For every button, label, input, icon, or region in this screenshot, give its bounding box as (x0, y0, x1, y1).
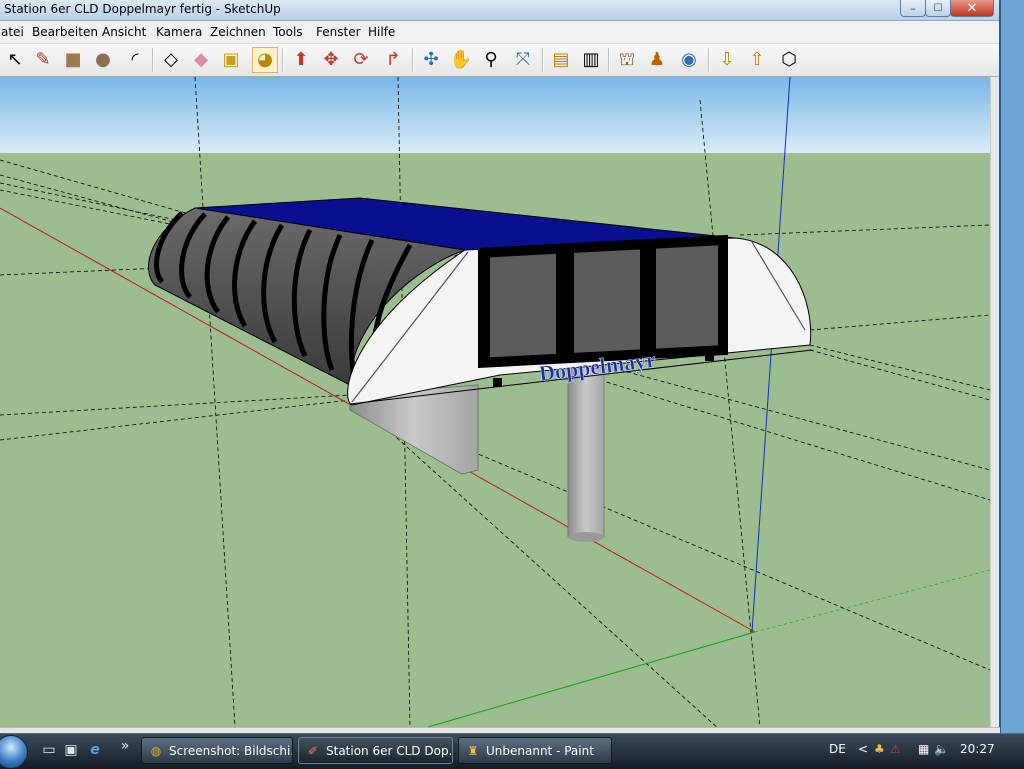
menu-camera[interactable]: Kamera (156, 25, 202, 39)
position-camera-icon[interactable]: ⛫ (614, 47, 640, 73)
task-label: Screenshot: Bildschi... (169, 743, 293, 758)
sketchup-icon: ✐ (307, 743, 319, 758)
toolbar-separator (282, 48, 284, 72)
rotate-icon[interactable]: ⟳ (348, 47, 374, 73)
menu-bar: atei Bearbeiten Ansicht Kamera Zeichnen … (0, 21, 1000, 44)
tray-app-icon[interactable]: ♣ (874, 742, 885, 756)
close-icon: ✕ (966, 0, 978, 16)
switch-windows-icon[interactable]: ▣ (62, 741, 80, 759)
toolbar-separator (542, 48, 544, 72)
look-around-icon[interactable]: ◉ (676, 47, 702, 73)
maximize-button[interactable]: ☐ (925, 0, 951, 17)
task-chrome[interactable]: ◍ Screenshot: Bildschi... (141, 737, 293, 764)
task-sketchup[interactable]: ✐ Station 6er CLD Dop... (298, 737, 453, 764)
window-title-bar[interactable]: Station 6er CLD Doppelmayr fertig - Sket… (0, 0, 1000, 21)
menu-draw[interactable]: Zeichnen (210, 25, 266, 39)
quicklaunch-overflow-icon[interactable]: » (116, 737, 134, 755)
select-icon[interactable]: ↖ (2, 47, 28, 73)
arc-icon[interactable]: ◜ (122, 47, 148, 73)
show-desktop-icon[interactable]: ▭ (40, 741, 58, 759)
move-icon[interactable]: ✥ (318, 47, 344, 73)
paint-bucket-icon[interactable]: ◕ (252, 47, 278, 73)
minimize-button[interactable]: – (900, 0, 926, 17)
close-button[interactable]: ✕ (950, 0, 994, 17)
share-component-icon[interactable]: ⬡ (776, 47, 802, 73)
toolbar-separator (152, 48, 154, 72)
pillar-right-base (568, 532, 604, 542)
task-label: Station 6er CLD Dop... (326, 743, 453, 758)
language-indicator[interactable]: DE (829, 742, 846, 756)
scene-svg: Doppelmayr (0, 77, 990, 727)
desktop-background (1000, 0, 1024, 733)
task-label: Unbenannt - Paint (486, 743, 594, 758)
circle-icon[interactable]: ● (90, 47, 116, 73)
make-component-icon[interactable]: ◇ (158, 47, 184, 73)
system-tray: DE < ♣ ⚠ ▦ 🔈 20:27 (822, 738, 1024, 765)
get-models-icon[interactable]: ⇩ (714, 47, 740, 73)
zoom-icon[interactable]: ⚲ (478, 47, 504, 73)
menu-view[interactable]: Ansicht (102, 25, 146, 39)
sky (0, 77, 990, 153)
windows (490, 245, 718, 358)
tray-chevron-icon[interactable]: < (858, 742, 868, 756)
toolbar-separator (608, 48, 610, 72)
tape-measure-icon[interactable]: ▣ (218, 47, 244, 73)
window-title: Station 6er CLD Doppelmayr fertig - Sket… (4, 2, 281, 16)
walk-icon[interactable]: ♟ (644, 47, 670, 73)
taskbar: ▭ ▣ e » ◍ Screenshot: Bildschi... ✐ Stat… (0, 733, 1024, 769)
tray-security-icon[interactable]: ⚠ (890, 742, 901, 756)
fixture-2 (705, 352, 714, 361)
eraser-icon[interactable]: ◆ (188, 47, 214, 73)
next-view-icon[interactable]: ▥ (578, 47, 604, 73)
maximize-icon: ☐ (933, 2, 943, 14)
chrome-icon: ◍ (150, 743, 162, 758)
paint-icon: ♜ (467, 743, 479, 758)
minimize-icon: – (910, 1, 916, 15)
orbit-icon[interactable]: ✣ (418, 47, 444, 73)
main-toolbar: ↖ ✎ ■ ● ◜ ◇ ◆ ▣ ◕ ⬆ ✥ ⟳ ↱ ✣ ✋ ⚲ ⤧ ▤ ▥ ⛫ ♟ ◉ ⇩ ⇧ ⬡ (0, 44, 1000, 77)
menu-window[interactable]: Fenster (316, 25, 361, 39)
menu-file[interactable]: atei (1, 25, 24, 39)
zoom-extents-icon[interactable]: ⤧ (510, 47, 536, 73)
drawing-viewport[interactable]: Doppelmayr (0, 77, 990, 727)
window-edge (999, 0, 1001, 733)
menu-help[interactable]: Hilfe (368, 25, 395, 39)
previous-view-icon[interactable]: ▤ (548, 47, 574, 73)
toolbar-separator (412, 48, 414, 72)
follow-me-icon[interactable]: ↱ (380, 47, 406, 73)
rectangle-icon[interactable]: ■ (60, 47, 86, 73)
pan-icon[interactable]: ✋ (448, 47, 474, 73)
menu-tools[interactable]: Tools (273, 25, 303, 39)
toolbar-separator (708, 48, 710, 72)
network-icon[interactable]: ▦ (918, 742, 929, 756)
pillar-right (567, 364, 605, 538)
pencil-icon[interactable]: ✎ (30, 47, 56, 73)
menu-edit[interactable]: Bearbeiten (32, 25, 98, 39)
share-model-icon[interactable]: ⇧ (744, 47, 770, 73)
volume-icon[interactable]: 🔈 (934, 742, 949, 756)
fixture-1 (493, 378, 502, 387)
internet-explorer-icon[interactable]: e (86, 741, 104, 759)
push-pull-icon[interactable]: ⬆ (288, 47, 314, 73)
clock[interactable]: 20:27 (960, 742, 995, 756)
task-paint[interactable]: ♜ Unbenannt - Paint (458, 737, 612, 764)
start-button[interactable] (0, 735, 28, 769)
